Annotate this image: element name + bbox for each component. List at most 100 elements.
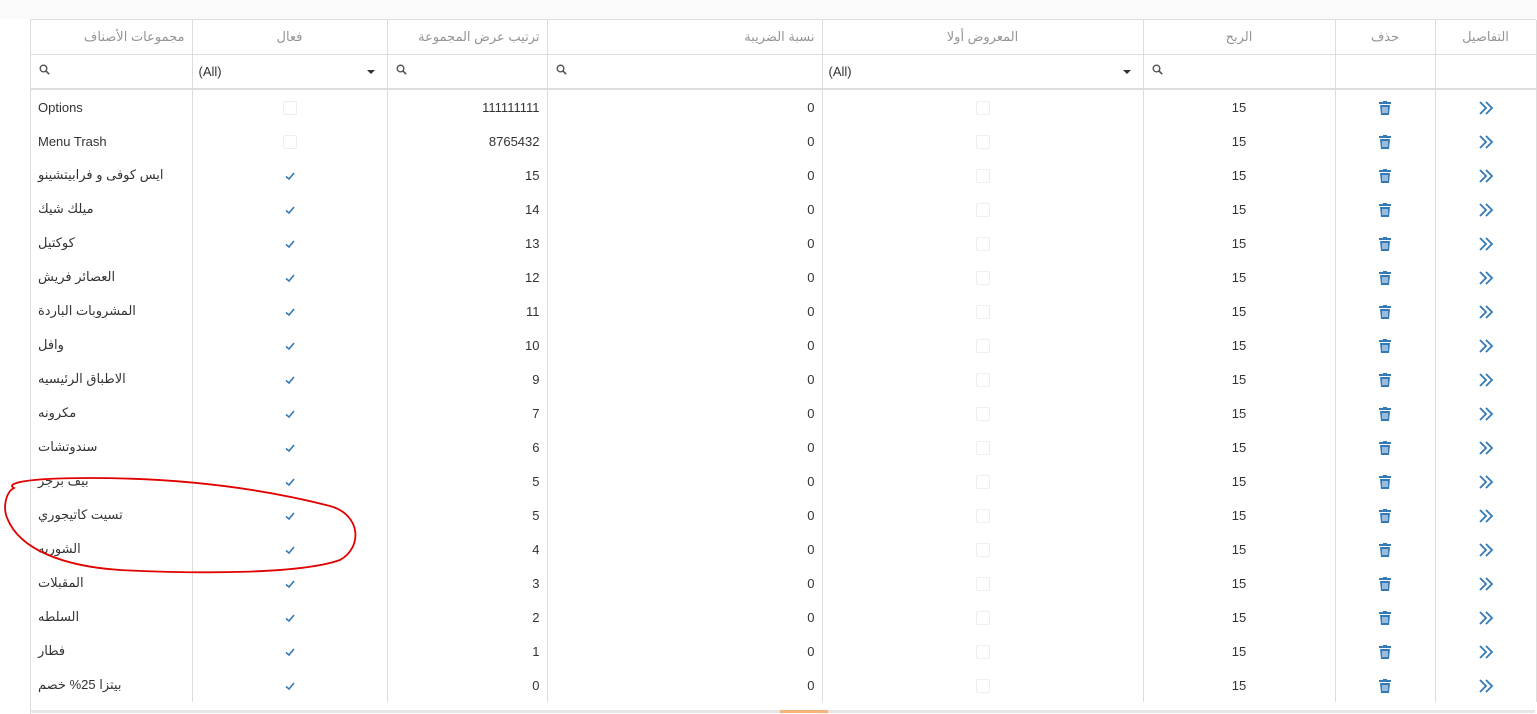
active-checkbox[interactable] [283, 645, 297, 659]
featured-checkbox[interactable] [975, 304, 990, 319]
featured-checkbox[interactable] [975, 508, 990, 523]
double-chevron-right-icon[interactable] [1478, 371, 1494, 387]
active-checkbox[interactable] [283, 407, 297, 421]
double-chevron-right-icon[interactable] [1478, 303, 1494, 319]
table-row[interactable]: كوكتيل 13 0 15 [31, 226, 1537, 260]
table-row[interactable]: فطار 1 0 15 [31, 634, 1537, 668]
col-header-order[interactable]: ترتيب عرض المجموعة [387, 20, 548, 55]
active-checkbox[interactable] [283, 577, 297, 591]
table-row[interactable]: المقبلات 3 0 15 [31, 566, 1537, 600]
col-header-tax[interactable]: نسبة الضريبة [547, 20, 823, 55]
featured-checkbox[interactable] [975, 610, 990, 625]
double-chevron-right-icon[interactable] [1478, 643, 1494, 659]
featured-checkbox[interactable] [975, 372, 990, 387]
filter-featured-select[interactable]: (All) [829, 55, 1137, 87]
trash-icon[interactable] [1379, 167, 1391, 183]
table-row[interactable]: بيتزا 25% خصم 0 0 15 [31, 668, 1537, 702]
trash-icon[interactable] [1379, 269, 1391, 285]
table-row[interactable]: تسيت كاتيجوري 5 0 15 [31, 498, 1537, 532]
double-chevron-right-icon[interactable] [1478, 541, 1494, 557]
table-row[interactable]: بيف برجر 5 0 15 [31, 464, 1537, 498]
trash-icon[interactable] [1379, 235, 1391, 251]
active-checkbox[interactable] [283, 237, 297, 251]
trash-icon[interactable] [1379, 541, 1391, 557]
featured-checkbox[interactable] [975, 236, 990, 251]
trash-icon[interactable] [1379, 643, 1391, 659]
col-header-active[interactable]: فعال [192, 20, 388, 55]
double-chevron-right-icon[interactable] [1478, 405, 1494, 421]
trash-icon[interactable] [1379, 575, 1391, 591]
col-header-groups[interactable]: مجموعات الأصناف [31, 20, 193, 55]
double-chevron-right-icon[interactable] [1478, 99, 1494, 115]
featured-checkbox[interactable] [975, 202, 990, 217]
filter-tax-input[interactable] [554, 55, 816, 87]
double-chevron-right-icon[interactable] [1478, 201, 1494, 217]
col-header-featured[interactable]: المعروض أولا [822, 20, 1144, 55]
featured-checkbox[interactable] [975, 678, 990, 693]
double-chevron-right-icon[interactable] [1478, 235, 1494, 251]
table-row[interactable]: الاطباق الرئيسيه 9 0 15 [31, 362, 1537, 396]
featured-checkbox[interactable] [975, 270, 990, 285]
double-chevron-right-icon[interactable] [1478, 439, 1494, 455]
table-row[interactable]: ايس كوفى و فرابيتشينو 15 0 15 [31, 158, 1537, 192]
double-chevron-right-icon[interactable] [1478, 507, 1494, 523]
table-row[interactable]: Menu Trash 8765432 0 15 [31, 124, 1537, 158]
featured-checkbox[interactable] [975, 134, 990, 149]
active-checkbox[interactable] [282, 134, 297, 149]
featured-checkbox[interactable] [975, 474, 990, 489]
double-chevron-right-icon[interactable] [1478, 473, 1494, 489]
active-checkbox[interactable] [283, 271, 297, 285]
trash-icon[interactable] [1379, 303, 1391, 319]
trash-icon[interactable] [1379, 99, 1391, 115]
active-checkbox[interactable] [283, 441, 297, 455]
featured-checkbox[interactable] [975, 644, 990, 659]
trash-icon[interactable] [1379, 371, 1391, 387]
active-checkbox[interactable] [283, 373, 297, 387]
trash-icon[interactable] [1379, 609, 1391, 625]
double-chevron-right-icon[interactable] [1478, 133, 1494, 149]
filter-order-input[interactable] [394, 55, 541, 87]
trash-icon[interactable] [1379, 337, 1391, 353]
double-chevron-right-icon[interactable] [1478, 575, 1494, 591]
active-checkbox[interactable] [283, 305, 297, 319]
double-chevron-right-icon[interactable] [1478, 609, 1494, 625]
active-checkbox[interactable] [283, 543, 297, 557]
active-checkbox[interactable] [283, 339, 297, 353]
table-row[interactable]: وافل 10 0 15 [31, 328, 1537, 362]
trash-icon[interactable] [1379, 133, 1391, 149]
active-checkbox[interactable] [283, 679, 297, 693]
table-row[interactable]: المشروبات الباردة 11 0 15 [31, 294, 1537, 328]
double-chevron-right-icon[interactable] [1478, 677, 1494, 693]
trash-icon[interactable] [1379, 507, 1391, 523]
table-row[interactable]: سندوتشات 6 0 15 [31, 430, 1537, 464]
filter-groups-input[interactable] [37, 55, 186, 87]
active-checkbox[interactable] [283, 203, 297, 217]
trash-icon[interactable] [1379, 201, 1391, 217]
featured-checkbox[interactable] [975, 168, 990, 183]
active-checkbox[interactable] [283, 169, 297, 183]
table-row[interactable]: الشوربه 4 0 15 [31, 532, 1537, 566]
col-header-profit[interactable]: الربح [1143, 20, 1336, 55]
featured-checkbox[interactable] [975, 440, 990, 455]
trash-icon[interactable] [1379, 473, 1391, 489]
trash-icon[interactable] [1379, 405, 1391, 421]
double-chevron-right-icon[interactable] [1478, 167, 1494, 183]
filter-active-select[interactable]: (All) [199, 55, 381, 87]
table-row[interactable]: ميلك شيك 14 0 15 [31, 192, 1537, 226]
trash-icon[interactable] [1379, 439, 1391, 455]
table-row[interactable]: السلطه 2 0 15 [31, 600, 1537, 634]
double-chevron-right-icon[interactable] [1478, 269, 1494, 285]
featured-checkbox[interactable] [975, 338, 990, 353]
featured-checkbox[interactable] [975, 542, 990, 557]
active-checkbox[interactable] [283, 611, 297, 625]
featured-checkbox[interactable] [975, 576, 990, 591]
active-checkbox[interactable] [283, 509, 297, 523]
active-checkbox[interactable] [283, 475, 297, 489]
table-row[interactable]: Options 111111111 0 15 [31, 89, 1537, 124]
double-chevron-right-icon[interactable] [1478, 337, 1494, 353]
trash-icon[interactable] [1379, 677, 1391, 693]
active-checkbox[interactable] [282, 100, 297, 115]
table-row[interactable]: العصائر فريش 12 0 15 [31, 260, 1537, 294]
featured-checkbox[interactable] [975, 406, 990, 421]
featured-checkbox[interactable] [975, 100, 990, 115]
